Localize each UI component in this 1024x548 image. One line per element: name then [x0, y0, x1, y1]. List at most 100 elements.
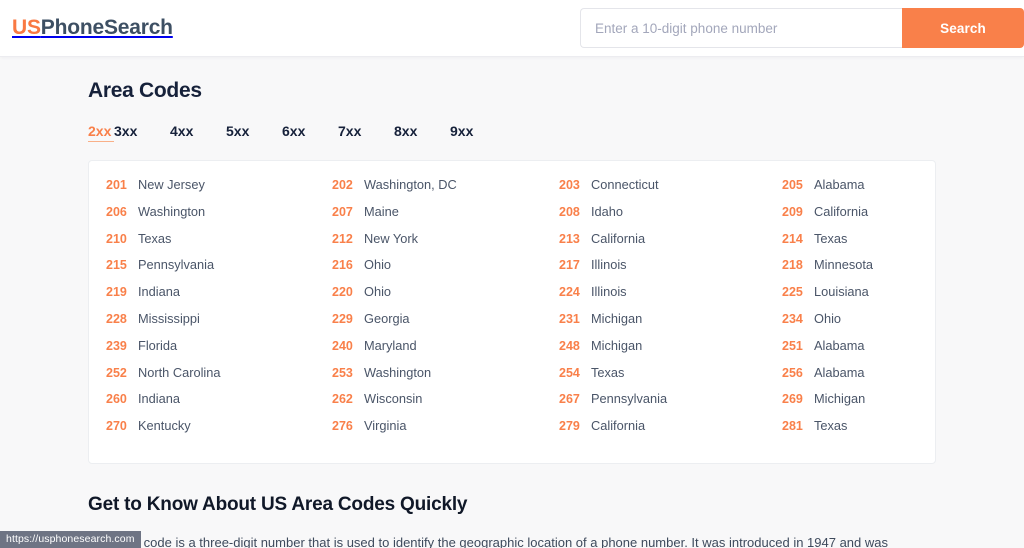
- article-section: Get to Know About US Area Codes Quickly …: [88, 494, 938, 548]
- area-code-item[interactable]: 256 Alabama: [782, 365, 918, 392]
- area-code-item[interactable]: 203 Connecticut: [559, 177, 782, 204]
- area-code-state: Texas: [591, 364, 625, 380]
- area-code-state: California: [591, 230, 646, 246]
- site-logo[interactable]: USPhoneSearch: [12, 16, 173, 40]
- area-code-state: Washington, DC: [364, 177, 457, 192]
- area-code-number: 267: [559, 392, 580, 407]
- area-code-item[interactable]: 212 New York: [332, 231, 559, 258]
- area-code-state: New Jersey: [138, 177, 205, 192]
- tab-5xx[interactable]: 5xx: [226, 123, 282, 142]
- area-code-item[interactable]: 253 Washington: [332, 365, 559, 392]
- area-code-state: Pennsylvania: [591, 391, 668, 407]
- search-button[interactable]: Search: [902, 8, 1024, 48]
- tab-3xx[interactable]: 3xx: [114, 123, 170, 142]
- area-code-item[interactable]: 207 Maine: [332, 204, 559, 231]
- area-code-state: Florida: [138, 337, 178, 353]
- area-code-number: 208: [559, 204, 580, 219]
- area-code-number: 215: [106, 258, 127, 273]
- area-code-state: Illinois: [591, 284, 627, 300]
- area-code-item[interactable]: 279 California: [559, 418, 782, 445]
- area-code-number: 256: [782, 365, 803, 380]
- area-code-number: 202: [332, 178, 353, 192]
- area-code-state: Idaho: [591, 203, 624, 219]
- area-code-item[interactable]: 224 Illinois: [559, 284, 782, 311]
- area-code-number: 248: [559, 338, 580, 353]
- area-code-item[interactable]: 216 Ohio: [332, 257, 559, 284]
- area-code-item[interactable]: 210 Texas: [106, 231, 332, 258]
- phone-search-input[interactable]: [580, 8, 902, 48]
- area-code-item[interactable]: 260 Indiana: [106, 391, 332, 418]
- area-code-item[interactable]: 267 Pennsylvania: [559, 391, 782, 418]
- area-code-item[interactable]: 215 Pennsylvania: [106, 257, 332, 284]
- area-code-item[interactable]: 220 Ohio: [332, 284, 559, 311]
- area-code-state: Ohio: [814, 310, 842, 326]
- area-code-item[interactable]: 214 Texas: [782, 231, 918, 258]
- area-code-state: Maryland: [364, 337, 417, 353]
- tab-2xx[interactable]: 2xx: [88, 123, 114, 142]
- area-code-number: 270: [106, 419, 127, 434]
- area-code-item[interactable]: 213 California: [559, 231, 782, 258]
- area-code-item[interactable]: 217 Illinois: [559, 257, 782, 284]
- area-code-item[interactable]: 206 Washington: [106, 204, 332, 231]
- area-code-item[interactable]: 239 Florida: [106, 338, 332, 365]
- area-code-state: Texas: [814, 230, 848, 246]
- tab-9xx[interactable]: 9xx: [450, 123, 506, 142]
- area-code-number: 203: [559, 178, 580, 192]
- area-code-number: 207: [332, 204, 353, 219]
- area-code-number: 279: [559, 419, 580, 434]
- site-header: USPhoneSearch Search: [0, 0, 1024, 57]
- area-code-state: Connecticut: [591, 177, 659, 192]
- area-code-state: Texas: [138, 230, 172, 246]
- area-code-state: Wisconsin: [364, 391, 423, 407]
- area-code-item[interactable]: 228 Mississippi: [106, 311, 332, 338]
- area-code-item[interactable]: 209 California: [782, 204, 918, 231]
- area-code-state: Indiana: [138, 284, 180, 300]
- area-code-state: Washington: [364, 364, 432, 380]
- logo-text-us: US: [12, 16, 41, 39]
- area-code-state: Ohio: [364, 257, 392, 273]
- area-code-item[interactable]: 201 New Jersey: [106, 177, 332, 204]
- area-code-item[interactable]: 254 Texas: [559, 365, 782, 392]
- area-code-item[interactable]: 240 Maryland: [332, 338, 559, 365]
- area-code-number: 210: [106, 231, 127, 246]
- area-code-item[interactable]: 269 Michigan: [782, 391, 918, 418]
- area-code-number: 251: [782, 338, 803, 353]
- area-code-item[interactable]: 252 North Carolina: [106, 365, 332, 392]
- area-code-item[interactable]: 281 Texas: [782, 418, 918, 445]
- area-code-item[interactable]: 225 Louisiana: [782, 284, 918, 311]
- area-code-item[interactable]: 234 Ohio: [782, 311, 918, 338]
- area-code-item[interactable]: 276 Virginia: [332, 418, 559, 445]
- area-code-state: Alabama: [814, 337, 865, 353]
- area-code-state: Michigan: [591, 337, 643, 353]
- area-code-number: 220: [332, 285, 353, 300]
- area-code-state: Mississippi: [138, 310, 200, 326]
- tab-7xx[interactable]: 7xx: [338, 123, 394, 142]
- area-code-item[interactable]: 208 Idaho: [559, 204, 782, 231]
- area-code-state: California: [591, 418, 646, 434]
- area-code-number: 224: [559, 285, 580, 300]
- area-code-item[interactable]: 229 Georgia: [332, 311, 559, 338]
- area-code-number: 276: [332, 419, 353, 434]
- area-code-state: New York: [364, 230, 419, 246]
- area-code-state: Minnesota: [814, 257, 874, 273]
- area-code-state: Alabama: [814, 177, 865, 192]
- tab-8xx[interactable]: 8xx: [394, 123, 450, 142]
- area-code-number: 225: [782, 285, 803, 300]
- tab-4xx[interactable]: 4xx: [170, 123, 226, 142]
- area-code-state: Ohio: [364, 284, 392, 300]
- area-code-item[interactable]: 218 Minnesota: [782, 257, 918, 284]
- area-code-number: 206: [106, 204, 127, 219]
- area-code-item[interactable]: 205 Alabama: [782, 177, 918, 204]
- tab-6xx[interactable]: 6xx: [282, 123, 338, 142]
- area-code-item[interactable]: 270 Kentucky: [106, 418, 332, 445]
- area-code-number: 260: [106, 392, 127, 407]
- area-code-number: 217: [559, 258, 580, 273]
- area-code-item[interactable]: 219 Indiana: [106, 284, 332, 311]
- area-codes-section: Area Codes 2xx 3xx 4xx 5xx 6xx 7xx 8xx 9xx 201 N…: [88, 79, 938, 464]
- area-code-item[interactable]: 202 Washington, DC: [332, 177, 559, 204]
- area-code-item[interactable]: 262 Wisconsin: [332, 391, 559, 418]
- area-code-number: 219: [106, 285, 127, 300]
- area-code-item[interactable]: 248 Michigan: [559, 338, 782, 365]
- area-code-item[interactable]: 251 Alabama: [782, 338, 918, 365]
- area-code-item[interactable]: 231 Michigan: [559, 311, 782, 338]
